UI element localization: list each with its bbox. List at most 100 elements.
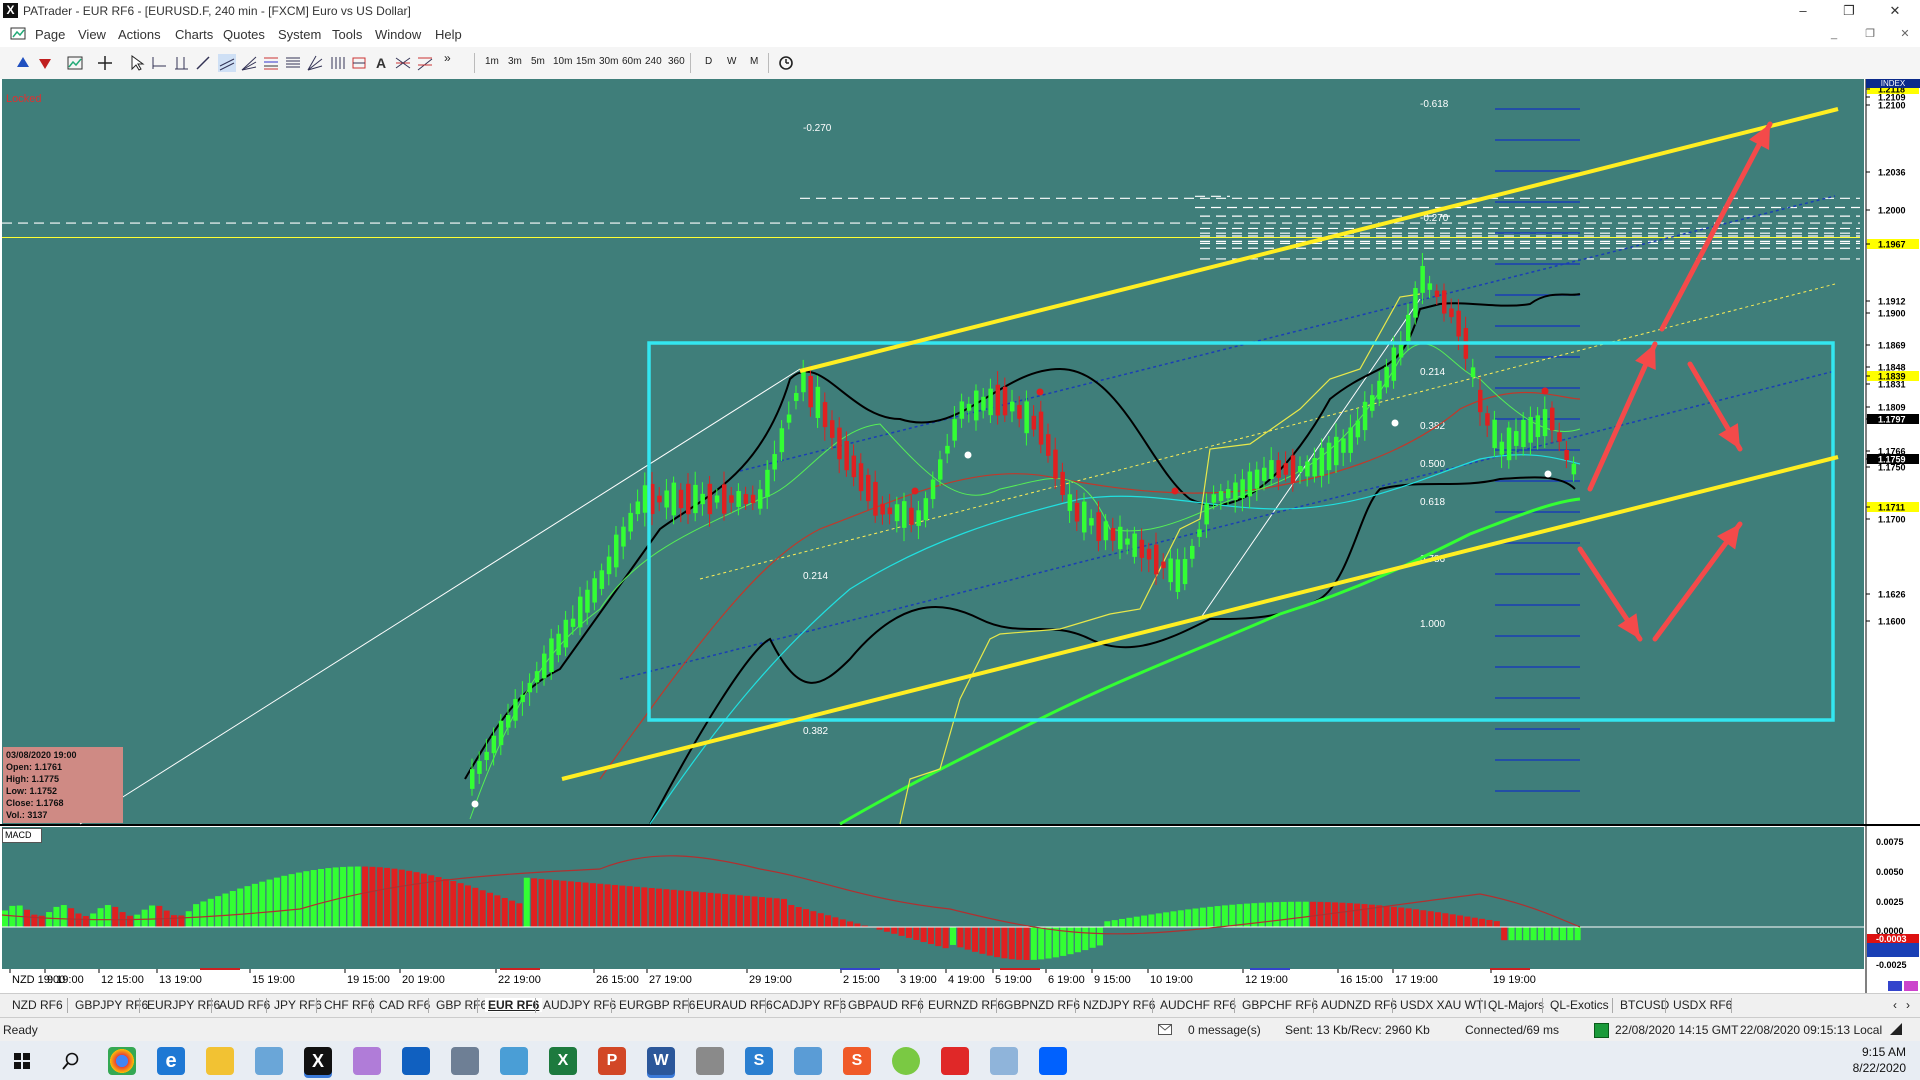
tab-chf-rf6[interactable]: CHF RF6: [324, 998, 375, 1012]
generic-app-icon[interactable]: [696, 1047, 724, 1075]
tab-eur-rf6[interactable]: EUR RF6: [485, 998, 543, 1012]
menu-system[interactable]: System: [278, 27, 321, 42]
menu-actions[interactable]: Actions: [118, 27, 161, 42]
mail-icon[interactable]: [1158, 1024, 1172, 1035]
tab-scroll-left-icon[interactable]: ‹: [1893, 998, 1897, 1012]
menu-view[interactable]: View: [78, 27, 106, 42]
fib-extension-tool-icon[interactable]: [284, 54, 302, 72]
tab-eurnzd-rf6[interactable]: EURNZD RF6: [928, 998, 1004, 1012]
timeframe-3m[interactable]: 3m: [508, 56, 522, 67]
excel-icon[interactable]: X: [549, 1047, 577, 1075]
timeframe-360[interactable]: 360: [668, 56, 685, 67]
buy-icon[interactable]: [14, 54, 32, 72]
close-button[interactable]: ✕: [1872, 0, 1918, 22]
dropbox-icon[interactable]: [1039, 1047, 1067, 1075]
tab-btcusd[interactable]: BTCUSD: [1620, 998, 1669, 1012]
edge-icon[interactable]: e: [157, 1047, 185, 1075]
word-icon[interactable]: W: [647, 1047, 675, 1075]
chart-scroll-left-button[interactable]: [1888, 981, 1902, 991]
windows-start-icon[interactable]: [14, 1053, 30, 1069]
price-chart[interactable]: -0.618-0.2700.2140.3820.5000.6180.7861.0…: [0, 79, 1920, 993]
red-app-icon[interactable]: [941, 1047, 969, 1075]
terminal-app-icon[interactable]: [500, 1047, 528, 1075]
tab-gbp-rf6[interactable]: GBP RF6: [436, 998, 487, 1012]
gann-fan-tool-icon[interactable]: [306, 54, 324, 72]
tab-gbpaud-rf6[interactable]: GBPAUD RF6: [848, 998, 924, 1012]
tab-nzd-rf6[interactable]: NZD RF6: [12, 998, 63, 1012]
tab-cad-rf6[interactable]: CAD RF6: [379, 998, 430, 1012]
tab-eurjpy-rf6[interactable]: EURJPY RF6: [147, 998, 220, 1012]
tab-usdx-xau-wti[interactable]: USDX XAU WTI: [1400, 998, 1487, 1012]
clock-icon[interactable]: [777, 54, 795, 72]
pitchfork-tool-icon[interactable]: [394, 54, 412, 72]
chrome-icon[interactable]: [108, 1047, 136, 1075]
timeframe-1m[interactable]: 1m: [485, 56, 499, 67]
vertical-line-tool-icon[interactable]: [172, 54, 190, 72]
timeframe-5m[interactable]: 5m: [531, 56, 545, 67]
chart-area[interactable]: -0.618-0.2700.2140.3820.5000.6180.7861.0…: [0, 79, 1920, 993]
menu-charts[interactable]: Charts: [175, 27, 213, 42]
chart-scroll-right-button[interactable]: [1904, 981, 1918, 991]
fib-retracement-tool-icon[interactable]: [262, 54, 280, 72]
mdi-restore-button[interactable]: ❐: [1858, 25, 1882, 43]
tab-scroll-right-icon[interactable]: ›: [1906, 998, 1910, 1012]
tab-gbpchf-rf6[interactable]: GBPCHF RF6: [1242, 998, 1318, 1012]
tab-cadjpy-rf6[interactable]: CADJPY RF6: [773, 998, 846, 1012]
mdi-close-button[interactable]: ✕: [1893, 25, 1917, 43]
tab-usdx-rf6[interactable]: USDX RF6: [1673, 998, 1732, 1012]
powerpoint-icon[interactable]: P: [598, 1047, 626, 1075]
new-chart-icon[interactable]: [66, 54, 84, 72]
timeframe-15m[interactable]: 15m: [576, 56, 595, 67]
timeframe-10m[interactable]: 10m: [553, 56, 572, 67]
timeframe-240[interactable]: 240: [645, 56, 662, 67]
menu-window[interactable]: Window: [375, 27, 421, 42]
horizontal-line-tool-icon[interactable]: [150, 54, 168, 72]
tab-audnzd-rf6[interactable]: AUDNZD RF6: [1321, 998, 1397, 1012]
menu-tools[interactable]: Tools: [332, 27, 362, 42]
timeframe-d[interactable]: D: [705, 56, 712, 67]
resize-grip-icon[interactable]: [1888, 1021, 1904, 1037]
snagit-icon[interactable]: S: [843, 1047, 871, 1075]
tab-aud-rf6[interactable]: AUD RF6: [219, 998, 270, 1012]
outlook-icon[interactable]: [402, 1047, 430, 1075]
photos-icon[interactable]: [353, 1047, 381, 1075]
timeframe-m[interactable]: M: [750, 56, 758, 67]
fib-fan-tool-icon[interactable]: [240, 54, 258, 72]
search-icon[interactable]: [62, 1052, 80, 1070]
tab-gbpjpy-rf6[interactable]: GBPJPY RF6: [75, 998, 148, 1012]
notes-app-icon[interactable]: [990, 1047, 1018, 1075]
tab-jpy-rf6[interactable]: JPY RF6: [274, 998, 322, 1012]
skype-for-business-icon[interactable]: S: [745, 1047, 773, 1075]
rectangle-tool-icon[interactable]: [350, 54, 368, 72]
tab-ql-exotics[interactable]: QL-Exotics: [1550, 998, 1609, 1012]
network-app-icon[interactable]: [794, 1047, 822, 1075]
cycle-lines-tool-icon[interactable]: [328, 54, 346, 72]
timeframe-60m[interactable]: 60m: [622, 56, 641, 67]
sell-icon[interactable]: [36, 54, 54, 72]
windows-security-icon[interactable]: [255, 1047, 283, 1075]
tab-euraud-rf6[interactable]: EURAUD RF6: [696, 998, 773, 1012]
green-app-icon[interactable]: [892, 1047, 920, 1075]
cursor-icon[interactable]: [128, 54, 146, 72]
menu-help[interactable]: Help: [435, 27, 462, 42]
tab-ql-majors[interactable]: QL-Majors: [1488, 998, 1544, 1012]
calculator-icon[interactable]: [451, 1047, 479, 1075]
tab-audjpy-rf6[interactable]: AUDJPY RF6: [543, 998, 616, 1012]
speed-lines-tool-icon[interactable]: [416, 54, 434, 72]
text-tool-icon[interactable]: A: [372, 54, 390, 72]
tab-nzdjpy-rf6[interactable]: NZDJPY RF6: [1083, 998, 1155, 1012]
tab-eurgbp-rf6[interactable]: EURGBP RF6: [619, 998, 695, 1012]
trendline-tool-icon[interactable]: [194, 54, 212, 72]
crosshair-icon[interactable]: [96, 54, 114, 72]
restore-button[interactable]: ❐: [1826, 0, 1872, 22]
channel-tool-icon[interactable]: [218, 54, 236, 72]
menu-page[interactable]: Page: [35, 27, 65, 42]
tab-audchf-rf6[interactable]: AUDCHF RF6: [1160, 998, 1236, 1012]
file-explorer-icon[interactable]: [206, 1047, 234, 1075]
tab-gbpnzd-rf6[interactable]: GBPNZD RF6: [1004, 998, 1080, 1012]
timeframe-30m[interactable]: 30m: [599, 56, 618, 67]
patrader-app-icon[interactable]: X: [304, 1047, 332, 1075]
mdi-minimize-button[interactable]: _: [1822, 25, 1846, 43]
timeframe-w[interactable]: W: [727, 56, 736, 67]
menu-quotes[interactable]: Quotes: [223, 27, 265, 42]
